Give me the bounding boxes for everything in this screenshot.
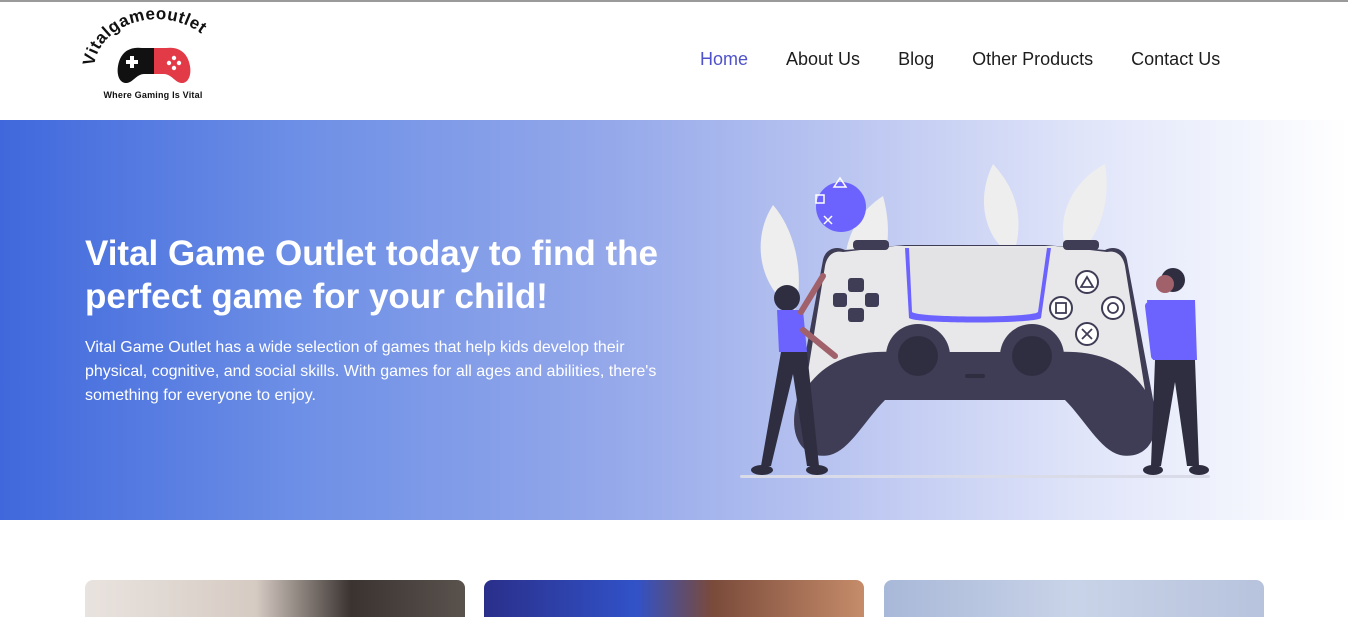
logo-tagline: Where Gaming Is Vital [103,90,203,100]
nav-blog[interactable]: Blog [898,49,934,70]
nav-about-us[interactable]: About Us [786,49,860,70]
hero-title: Vital Game Outlet today to find the perf… [85,234,659,316]
nav-home[interactable]: Home [700,49,748,70]
site-header: Vitalgameoutlet Where Gaming Is Vital Ho… [0,2,1348,120]
nav-other-products[interactable]: Other Products [972,49,1093,70]
site-logo[interactable]: Vitalgameoutlet Where Gaming Is Vital [79,4,232,108]
nav-contact-us[interactable]: Contact Us [1131,49,1220,70]
card-image-2[interactable] [484,580,864,617]
main-nav: Home About Us Blog Other Products Contac… [700,49,1220,70]
logo-gamepad-icon: Vitalgameoutlet [79,4,210,84]
gamepad-illustration [740,164,1210,478]
card-image-3[interactable] [884,580,1264,617]
card-image-1[interactable] [85,580,465,617]
featured-cards [0,580,1348,617]
hero-banner: Vital Game Outlet today to find the perf… [0,120,1348,520]
hero-description: Vital Game Outlet has a wide selection o… [85,339,657,404]
